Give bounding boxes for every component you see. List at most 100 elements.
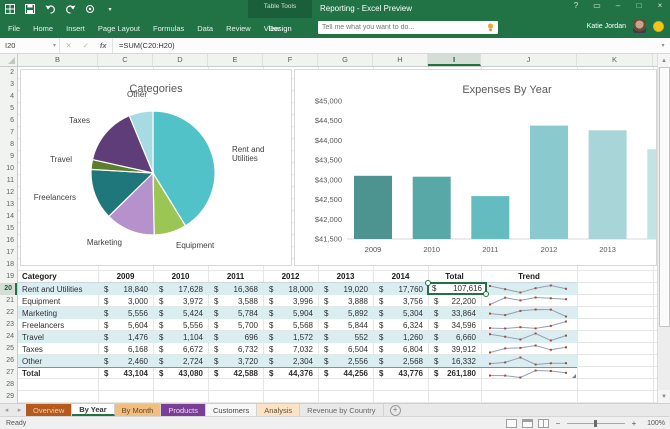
value-cell-2011[interactable]: $6,732 <box>208 343 263 355</box>
tell-me-box[interactable]: Tell me what you want to do... <box>318 21 498 34</box>
row-header-27[interactable]: 27 <box>0 367 17 379</box>
value-cell-2012[interactable]: $5,904 <box>263 307 318 319</box>
trend-sparkline[interactable] <box>481 319 577 331</box>
value-cell-2012[interactable]: $2,304 <box>263 355 318 367</box>
value-cell-2014[interactable]: $3,756 <box>373 295 428 307</box>
row-header-25[interactable]: 25 <box>0 343 17 355</box>
row-header-17[interactable]: 17 <box>0 247 17 259</box>
total-cell[interactable]: $39,912 <box>428 343 481 355</box>
vertical-scrollbar[interactable]: ▲ ▼ <box>657 54 670 403</box>
sheet-nav-right-icon[interactable]: ▸ <box>18 406 22 414</box>
value-cell-2013[interactable]: $44,256 <box>318 367 373 379</box>
category-cell[interactable]: Equipment <box>18 295 98 307</box>
row-header-21[interactable]: 21 <box>0 295 17 307</box>
zoom-slider-thumb[interactable] <box>594 420 597 427</box>
feedback-smiley-icon[interactable] <box>653 21 664 32</box>
total-cell[interactable]: $16,332 <box>428 355 481 367</box>
scroll-down-icon[interactable]: ▼ <box>658 390 670 403</box>
row-header-15[interactable]: 15 <box>0 223 17 235</box>
row-header-8[interactable]: 8 <box>0 139 17 151</box>
value-cell-2011[interactable]: $5,784 <box>208 307 263 319</box>
column-header-2012[interactable]: 2012 <box>263 271 318 283</box>
table-row-taxes[interactable]: Taxes$6,168$6,672$6,732$7,032$6,504$6,80… <box>18 343 577 355</box>
ribbon-tab-file[interactable]: File <box>8 24 20 33</box>
name-box[interactable]: I20 ▾ <box>0 38 60 53</box>
value-cell-2009[interactable]: $2,460 <box>98 355 153 367</box>
zoom-slider[interactable] <box>567 423 625 424</box>
bar-2013[interactable] <box>589 130 627 239</box>
row-header-20[interactable]: 20 <box>0 283 17 295</box>
ribbon-tab-formulas[interactable]: Formulas <box>153 24 184 33</box>
value-cell-2010[interactable]: $5,556 <box>153 319 208 331</box>
selection-handle-icon[interactable] <box>425 280 431 286</box>
insert-function-icon[interactable]: fx <box>100 41 107 50</box>
value-cell-2014[interactable]: $2,568 <box>373 355 428 367</box>
sheet-tab-analysis[interactable]: Analysis <box>257 404 300 416</box>
bar-2011[interactable] <box>471 196 509 239</box>
table-total-row[interactable]: Total$43,104$43,080$42,588$44,376$44,256… <box>18 367 577 379</box>
category-cell[interactable]: Other <box>18 355 98 367</box>
bar-2012[interactable] <box>530 126 568 239</box>
new-sheet-icon[interactable]: + <box>390 405 401 416</box>
table-row-marketing[interactable]: Marketing$5,556$5,424$5,784$5,904$5,892$… <box>18 307 577 319</box>
cancel-icon[interactable]: ✕ <box>65 41 71 50</box>
close-icon[interactable]: × <box>654 1 666 10</box>
value-cell-2013[interactable]: $552 <box>318 331 373 343</box>
touch-mode-icon[interactable] <box>84 3 96 15</box>
sheet-tab-by-year[interactable]: By Year <box>72 404 114 416</box>
value-cell-2013[interactable]: $2,556 <box>318 355 373 367</box>
sheet-tab-customers[interactable]: Customers <box>206 404 257 416</box>
value-cell-2012[interactable]: $5,568 <box>263 319 318 331</box>
row-header-24[interactable]: 24 <box>0 331 17 343</box>
total-cell[interactable]: $33,864 <box>428 307 481 319</box>
value-cell-2012[interactable]: $18,000 <box>263 283 318 295</box>
ribbon-tab-page-layout[interactable]: Page Layout <box>98 24 140 33</box>
select-all-corner[interactable] <box>0 54 18 66</box>
trend-sparkline[interactable] <box>481 331 577 343</box>
value-cell-2012[interactable]: $7,032 <box>263 343 318 355</box>
row-header-14[interactable]: 14 <box>0 211 17 223</box>
formula-input[interactable]: =SUM(C20:H20) <box>113 38 656 53</box>
value-cell-2009[interactable]: $43,104 <box>98 367 153 379</box>
value-cell-2011[interactable]: $3,720 <box>208 355 263 367</box>
value-cell-2009[interactable]: $6,168 <box>98 343 153 355</box>
value-cell-2010[interactable]: $17,628 <box>153 283 208 295</box>
zoom-level[interactable]: 100% <box>643 420 665 427</box>
category-cell[interactable]: Freelancers <box>18 319 98 331</box>
ribbon-tab-data[interactable]: Data <box>197 24 213 33</box>
column-header-2011[interactable]: 2011 <box>208 271 263 283</box>
category-cell[interactable]: Taxes <box>18 343 98 355</box>
trend-sparkline[interactable] <box>481 295 577 307</box>
total-cell[interactable]: $34,596 <box>428 319 481 331</box>
column-header-f[interactable]: F <box>263 54 318 66</box>
category-cell[interactable]: Travel <box>18 331 98 343</box>
value-cell-2009[interactable]: $5,604 <box>98 319 153 331</box>
value-cell-2009[interactable]: $18,840 <box>98 283 153 295</box>
total-cell[interactable]: $22,200 <box>428 295 481 307</box>
column-header-2013[interactable]: 2013 <box>318 271 373 283</box>
save-icon[interactable] <box>24 3 36 15</box>
scroll-up-icon[interactable]: ▲ <box>658 54 670 67</box>
row-header-3[interactable]: 3 <box>0 79 17 91</box>
value-cell-2009[interactable]: $5,556 <box>98 307 153 319</box>
sheet-tab-products[interactable]: Products <box>161 404 206 416</box>
column-header-e[interactable]: E <box>208 54 263 66</box>
table-row-freelancers[interactable]: Freelancers$5,604$5,556$5,700$5,568$5,84… <box>18 319 577 331</box>
value-cell-2013[interactable]: $6,504 <box>318 343 373 355</box>
value-cell-2010[interactable]: $3,972 <box>153 295 208 307</box>
table-row-other[interactable]: Other$2,460$2,724$3,720$2,304$2,556$2,56… <box>18 355 577 367</box>
value-cell-2009[interactable]: $3,000 <box>98 295 153 307</box>
row-header-26[interactable]: 26 <box>0 355 17 367</box>
value-cell-2011[interactable]: $16,368 <box>208 283 263 295</box>
column-header-trend[interactable]: Trend <box>481 271 577 283</box>
value-cell-2011[interactable]: $3,588 <box>208 295 263 307</box>
column-header-h[interactable]: H <box>373 54 428 66</box>
value-cell-2011[interactable]: $42,588 <box>208 367 263 379</box>
row-header-4[interactable]: 4 <box>0 91 17 103</box>
row-header-19[interactable]: 19 <box>0 271 17 283</box>
value-cell-2013[interactable]: $3,888 <box>318 295 373 307</box>
trend-sparkline[interactable] <box>481 283 577 295</box>
ribbon-tab-insert[interactable]: Insert <box>66 24 85 33</box>
ribbon-tab-review[interactable]: Review <box>226 24 251 33</box>
sheet-nav-left-icon[interactable]: ◂ <box>5 406 9 414</box>
